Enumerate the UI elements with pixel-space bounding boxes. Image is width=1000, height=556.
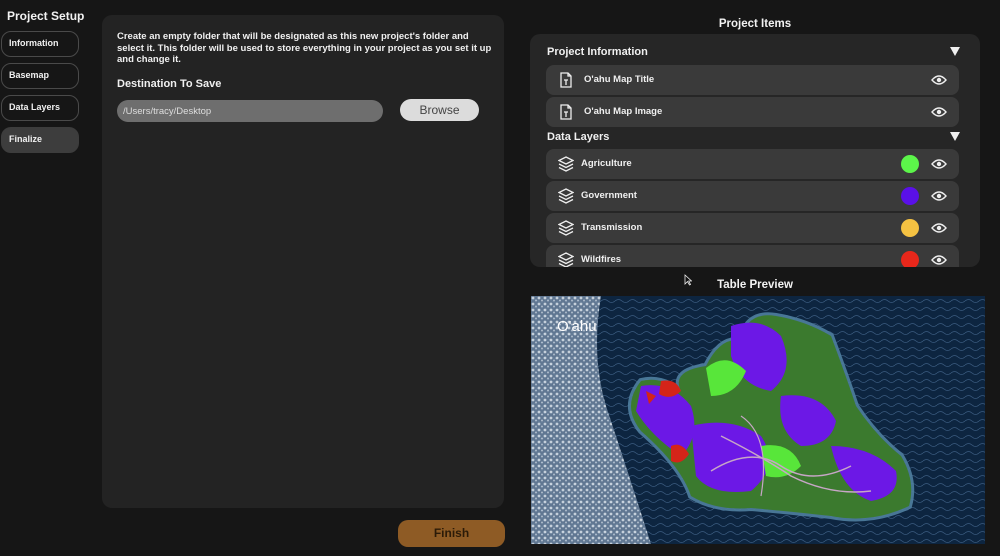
list-item-map-title[interactable]: O'ahu Map Title — [546, 65, 959, 95]
document-icon — [560, 72, 572, 88]
sidebar-item-basemap[interactable]: Basemap — [1, 63, 79, 89]
destination-label: Destination To Save — [117, 78, 222, 90]
finish-button[interactable]: Finish — [398, 520, 505, 547]
project-items-title: Project Items — [718, 18, 792, 30]
destination-path-input[interactable] — [117, 100, 383, 122]
layer-row-agriculture[interactable]: Agriculture — [546, 149, 959, 179]
layer-row-wildfires[interactable]: Wildfires — [546, 245, 959, 267]
eye-icon[interactable] — [931, 221, 947, 235]
oahu-map-image — [531, 296, 985, 544]
finalize-panel: Create an empty folder that will be desi… — [102, 15, 504, 508]
item-label: O'ahu Map Image — [584, 106, 663, 117]
layer-row-transmission[interactable]: Transmission — [546, 213, 959, 243]
item-label: O'ahu Map Title — [584, 74, 655, 85]
project-items-panel[interactable]: Project Information O'ahu Map Title O'ah… — [530, 34, 980, 267]
layer-color-swatch[interactable] — [901, 155, 919, 173]
layer-label: Agriculture — [581, 158, 632, 169]
map-title-label: O'ahu — [557, 318, 597, 335]
sidebar-title: Project Setup — [7, 9, 85, 23]
sidebar-item-information[interactable]: Information — [1, 31, 79, 57]
layers-icon — [558, 156, 574, 172]
sidebar-item-data-layers[interactable]: Data Layers — [1, 95, 79, 121]
eye-icon[interactable] — [931, 157, 947, 171]
layer-label: Transmission — [581, 222, 643, 233]
project-information-header: Project Information — [547, 46, 648, 58]
list-item-map-image[interactable]: O'ahu Map Image — [546, 97, 959, 127]
eye-icon[interactable] — [931, 105, 947, 119]
table-preview-map: O'ahu — [531, 296, 985, 544]
layer-row-government[interactable]: Government — [546, 181, 959, 211]
layers-icon — [558, 188, 574, 204]
data-layers-header: Data Layers — [547, 131, 610, 143]
layer-label: Wildfires — [581, 254, 622, 265]
layer-color-swatch[interactable] — [901, 187, 919, 205]
table-preview-title: Table Preview — [717, 279, 793, 291]
eye-icon[interactable] — [931, 253, 947, 267]
instructions-text: Create an empty folder that will be desi… — [117, 31, 492, 65]
sidebar-item-finalize[interactable]: Finalize — [1, 127, 79, 153]
layer-color-swatch[interactable] — [901, 251, 919, 267]
collapse-triangle-icon[interactable] — [950, 47, 960, 56]
browse-button[interactable]: Browse — [400, 99, 479, 121]
layers-icon — [558, 220, 574, 236]
layer-label: Government — [581, 190, 637, 201]
document-icon — [560, 104, 572, 120]
collapse-triangle-icon[interactable] — [950, 132, 960, 141]
layer-color-swatch[interactable] — [901, 219, 919, 237]
eye-icon[interactable] — [931, 189, 947, 203]
layers-icon — [558, 252, 574, 267]
eye-icon[interactable] — [931, 73, 947, 87]
